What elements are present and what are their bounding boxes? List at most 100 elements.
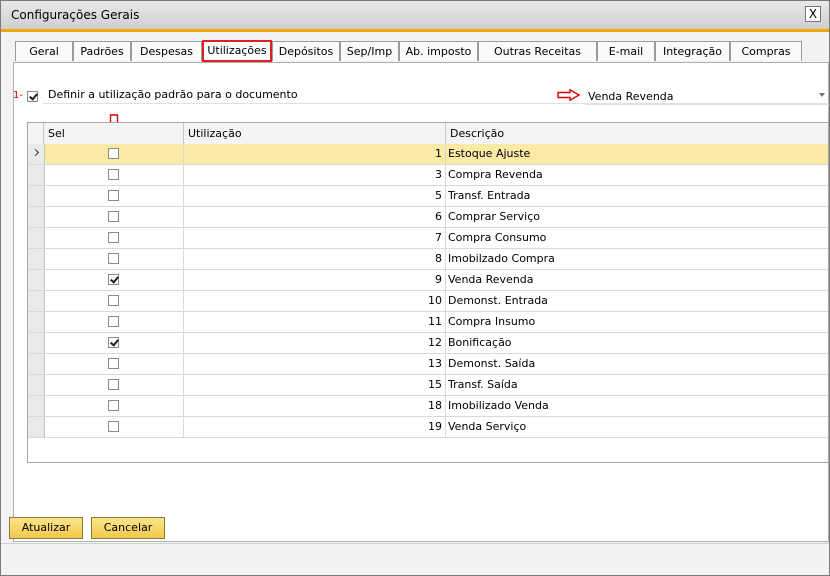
- row-handle[interactable]: [28, 186, 45, 206]
- table-row[interactable]: 8 Imobilzado Compra: [28, 249, 828, 270]
- row-select-checkbox[interactable]: [108, 400, 119, 411]
- row-select-checkbox[interactable]: [108, 211, 119, 222]
- table-row[interactable]: 13 Demonst. Saída: [28, 354, 828, 375]
- table-row[interactable]: 5 Transf. Entrada: [28, 186, 828, 207]
- table-row[interactable]: 6 Comprar Serviço: [28, 207, 828, 228]
- title-bar: Configurações Gerais X: [1, 1, 829, 32]
- tab-sep-imp[interactable]: Sep/Imp: [340, 41, 399, 61]
- tab-ab-imposto[interactable]: Ab. imposto: [399, 41, 478, 61]
- usage-number: 19: [184, 417, 446, 437]
- table-row[interactable]: 9 Venda Revenda: [28, 270, 828, 291]
- usage-description: Bonificação: [446, 333, 828, 353]
- row-select-checkbox[interactable]: [108, 337, 119, 348]
- tab-depositos[interactable]: Depósitos: [272, 41, 340, 61]
- row-handle[interactable]: [28, 270, 45, 290]
- row-handle[interactable]: [28, 312, 45, 332]
- tab-outras-receitas[interactable]: Outras Receitas: [478, 41, 597, 61]
- sel-cell[interactable]: [44, 333, 184, 353]
- header-sel[interactable]: Sel: [44, 123, 184, 144]
- table-row[interactable]: 3 Compra Revenda: [28, 165, 828, 186]
- usage-description: Imobilizado Venda: [446, 396, 828, 416]
- settings-window: Configurações Gerais X Geral Padrões Des…: [0, 0, 830, 576]
- table-row[interactable]: 1 Estoque Ajuste: [28, 144, 828, 165]
- tab-compras[interactable]: Compras: [730, 41, 802, 61]
- row-select-checkbox[interactable]: [108, 148, 119, 159]
- close-button[interactable]: X: [805, 6, 821, 22]
- table-row[interactable]: 11 Compra Insumo: [28, 312, 828, 333]
- row-select-checkbox[interactable]: [108, 190, 119, 201]
- usage-number: 5: [184, 186, 446, 206]
- row-select-checkbox[interactable]: [108, 358, 119, 369]
- table-row[interactable]: 10 Demonst. Entrada: [28, 291, 828, 312]
- sel-cell[interactable]: [44, 207, 184, 227]
- usage-description: Demonst. Saída: [446, 354, 828, 374]
- row-select-checkbox[interactable]: [108, 232, 119, 243]
- usage-description: Compra Consumo: [446, 228, 828, 248]
- sel-cell[interactable]: [44, 270, 184, 290]
- row-handle[interactable]: [28, 396, 45, 416]
- row-handle[interactable]: [28, 165, 45, 185]
- header-descricao[interactable]: Descrição: [446, 123, 828, 144]
- header-utilizacao[interactable]: Utilização: [184, 123, 446, 144]
- table-row[interactable]: 19 Venda Serviço: [28, 417, 828, 438]
- table-row[interactable]: 15 Transf. Saída: [28, 375, 828, 396]
- default-usage-dropdown[interactable]: Venda Revenda: [585, 88, 829, 105]
- table-row[interactable]: 12 Bonificação: [28, 333, 828, 354]
- row-handle[interactable]: [28, 291, 45, 311]
- row-handle[interactable]: [28, 249, 45, 269]
- tab-padroes[interactable]: Padrões: [73, 41, 131, 61]
- dropdown-value: Venda Revenda: [588, 90, 674, 103]
- sel-cell[interactable]: [44, 249, 184, 269]
- row-handle[interactable]: [28, 207, 45, 227]
- sel-cell[interactable]: [44, 165, 184, 185]
- sel-cell[interactable]: [44, 375, 184, 395]
- row-select-checkbox[interactable]: [108, 274, 119, 285]
- sel-cell[interactable]: [44, 144, 184, 164]
- row-handle[interactable]: [28, 333, 45, 353]
- tab-utilizacoes[interactable]: Utilizações: [202, 40, 272, 62]
- row-handle[interactable]: [28, 354, 45, 374]
- row-select-checkbox[interactable]: [108, 295, 119, 306]
- usage-number: 9: [184, 270, 446, 290]
- row-select-checkbox[interactable]: [108, 421, 119, 432]
- sel-cell[interactable]: [44, 291, 184, 311]
- usage-description: Imobilzado Compra: [446, 249, 828, 269]
- sel-cell[interactable]: [44, 228, 184, 248]
- bottom-divider: [1, 543, 829, 544]
- row-select-checkbox[interactable]: [108, 379, 119, 390]
- table-row[interactable]: 7 Compra Consumo: [28, 228, 828, 249]
- sel-cell[interactable]: [44, 396, 184, 416]
- usage-number: 12: [184, 333, 446, 353]
- usage-number: 1: [184, 144, 446, 164]
- tab-integracao[interactable]: Integração: [655, 41, 730, 61]
- usage-number: 15: [184, 375, 446, 395]
- usage-number: 18: [184, 396, 446, 416]
- usage-number: 3: [184, 165, 446, 185]
- row-handle[interactable]: [28, 228, 45, 248]
- table-row[interactable]: 18 Imobilizado Venda: [28, 396, 828, 417]
- tab-geral[interactable]: Geral: [15, 41, 73, 61]
- usage-description: Venda Revenda: [446, 270, 828, 290]
- usage-description: Compra Insumo: [446, 312, 828, 332]
- cancel-button[interactable]: Cancelar: [91, 517, 165, 539]
- update-button[interactable]: Atualizar: [9, 517, 83, 539]
- tab-email[interactable]: E-mail: [597, 41, 655, 61]
- row-select-checkbox[interactable]: [108, 316, 119, 327]
- sel-cell[interactable]: [44, 354, 184, 374]
- row-select-checkbox[interactable]: [108, 169, 119, 180]
- table-header: Sel Utilização Descrição: [28, 123, 828, 145]
- row-handle[interactable]: [28, 375, 45, 395]
- row-select-checkbox[interactable]: [108, 253, 119, 264]
- chevron-down-icon[interactable]: [819, 93, 825, 97]
- row-handle[interactable]: [28, 144, 45, 164]
- sel-cell[interactable]: [44, 417, 184, 437]
- sel-cell[interactable]: [44, 186, 184, 206]
- usage-description: Comprar Serviço: [446, 207, 828, 227]
- tab-despesas[interactable]: Despesas: [131, 41, 202, 61]
- usage-number: 6: [184, 207, 446, 227]
- sel-cell[interactable]: [44, 312, 184, 332]
- usage-number: 10: [184, 291, 446, 311]
- row-handle[interactable]: [28, 417, 45, 437]
- step-marker: 1-: [13, 90, 23, 101]
- default-usage-checkbox[interactable]: [27, 91, 38, 102]
